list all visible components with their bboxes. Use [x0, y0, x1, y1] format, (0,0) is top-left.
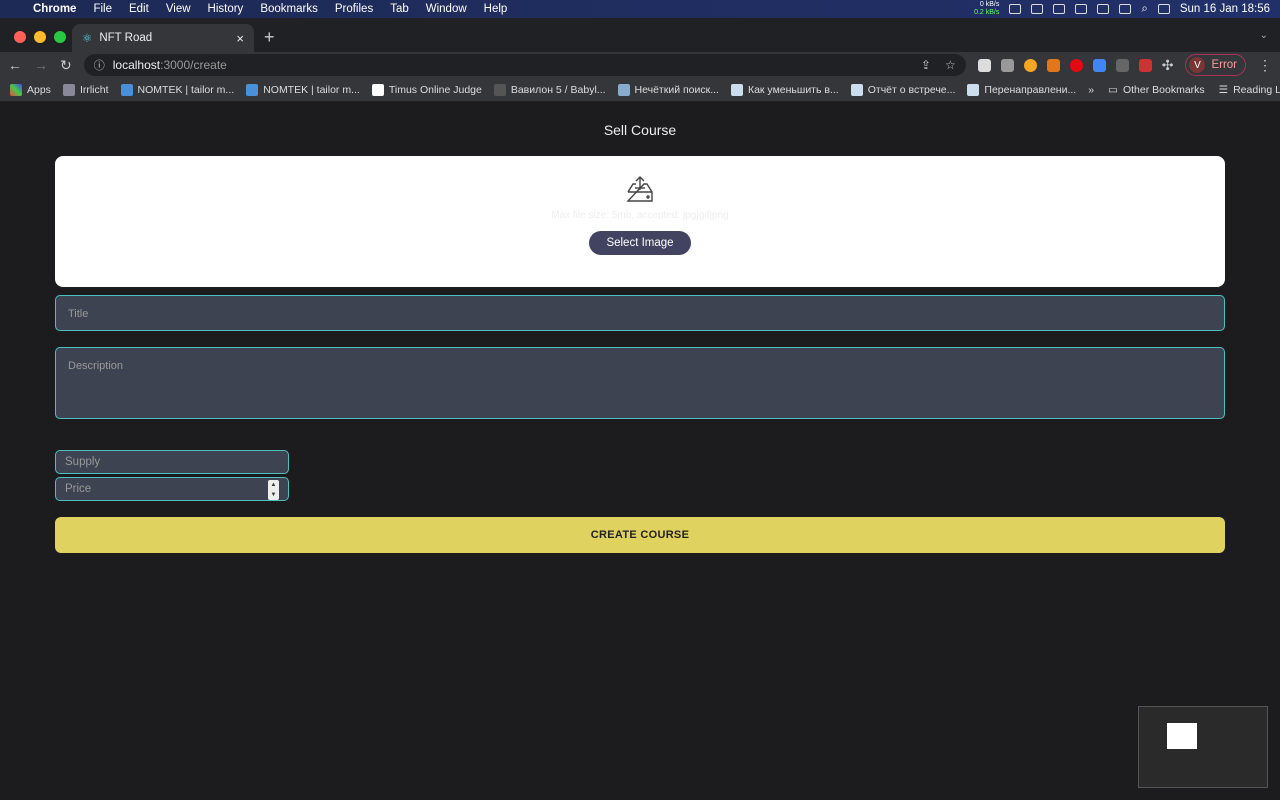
macos-menubar: Chrome File Edit View History Bookmarks … [0, 0, 1280, 18]
tab-strip: ⚛ NFT Road × + ⌄ [0, 18, 1280, 52]
create-course-button[interactable]: CREATE COURSE [55, 517, 1225, 553]
h-icon [967, 83, 980, 96]
clock[interactable]: Sun 16 Jan 18:56 [1180, 3, 1270, 15]
menu-edit[interactable]: Edit [129, 3, 149, 15]
h-icon [850, 83, 863, 96]
irrlicht-icon [62, 83, 75, 96]
bookmark-fuzzy-search[interactable]: Нечёткий поиск... [617, 83, 719, 96]
new-tab-button[interactable]: + [264, 27, 275, 48]
reading-list-icon: ☰ [1218, 83, 1229, 96]
price-placeholder: Price [65, 483, 92, 495]
wifi-icon[interactable] [1119, 4, 1132, 14]
supply-input[interactable]: Supply [55, 450, 289, 474]
url-path: :3000/create [160, 58, 227, 72]
timus-icon [371, 83, 384, 96]
close-window-button[interactable] [14, 31, 26, 43]
menu-help[interactable]: Help [484, 3, 508, 15]
ex-icon [493, 83, 506, 96]
info-icon[interactable]: ⓘ [94, 57, 105, 73]
net-up: 0 kB/s [979, 1, 1000, 8]
folder-icon: ▭ [1108, 83, 1118, 96]
browser-toolbar: ← → ↻ ⓘ localhost:3000/create ⇪ ☆ ✣ V Erro… [0, 52, 1280, 78]
profile-button[interactable]: V Error [1185, 54, 1246, 76]
description-textarea[interactable]: Description [55, 347, 1225, 419]
bookmark-star-icon[interactable]: ☆ [945, 58, 956, 72]
wechat-icon[interactable] [1053, 4, 1066, 14]
battery-icon[interactable] [1097, 4, 1110, 14]
menu-file[interactable]: File [93, 3, 112, 15]
bookmark-report[interactable]: Отчёт о встрече... [850, 83, 955, 96]
menu-profiles[interactable]: Profiles [335, 3, 373, 15]
window-controls [14, 31, 66, 43]
price-input[interactable]: Price ▲ ▼ [55, 477, 289, 501]
network-monitor: 0 kB/s 0.2 kB/s [974, 1, 999, 17]
tab-search-chevron-icon[interactable]: ⌄ [1260, 30, 1268, 41]
scissors-extension-icon[interactable] [1000, 58, 1014, 72]
menu-view[interactable]: View [166, 3, 191, 15]
image-dropzone[interactable]: Max file size: 5mb, accepted: jpg|gif|pn… [55, 156, 1225, 287]
menu-window[interactable]: Window [426, 3, 467, 15]
more-bookmarks-button[interactable]: » [1088, 84, 1094, 96]
upload-hint: Max file size: 5mb, accepted: jpg|gif|pn… [551, 210, 729, 221]
bookmark-apps[interactable]: Apps [10, 83, 51, 96]
title-input[interactable]: Title [55, 295, 1225, 331]
bookmark-irrlicht[interactable]: Irrlicht [62, 83, 109, 96]
reload-icon[interactable]: ↻ [60, 57, 72, 74]
profile-status: Error [1211, 59, 1237, 71]
notification-icon[interactable] [1009, 4, 1022, 14]
extensions: ✣ [977, 57, 1174, 74]
forward-icon[interactable]: → [34, 57, 48, 73]
puzzle-extensions-icon[interactable]: ✣ [1162, 57, 1174, 74]
close-tab-icon[interactable]: × [236, 31, 244, 46]
menu-history[interactable]: History [208, 3, 244, 15]
bookmark-reduce[interactable]: Как уменьшить в... [730, 83, 839, 96]
share-icon[interactable]: ⇪ [921, 58, 931, 72]
url-host: localhost [112, 58, 161, 72]
other-bookmarks[interactable]: ▭ Other Bookmarks [1108, 84, 1205, 96]
viber-icon[interactable] [1031, 4, 1044, 14]
menu-app[interactable]: Chrome [33, 3, 76, 15]
site-icon [617, 83, 630, 96]
avatar: V [1189, 57, 1206, 73]
metamask-extension-icon[interactable] [1046, 58, 1060, 72]
select-image-button[interactable]: Select Image [589, 231, 691, 255]
netflix-extension-icon[interactable] [1069, 58, 1083, 72]
net-down: 0.2 kB/s [974, 9, 1000, 16]
address-bar[interactable]: ⓘ localhost:3000/create ⇪ ☆ [83, 54, 966, 76]
back-icon[interactable]: ← [8, 57, 22, 73]
tab-nft-road[interactable]: ⚛ NFT Road × [72, 24, 254, 52]
control-center-icon[interactable] [1157, 4, 1170, 14]
bookmarks-bar: Apps Irrlicht NOMTEK | tailor m... NOMTE… [0, 78, 1280, 102]
search-icon[interactable]: ⌕ [1141, 3, 1147, 16]
reading-list[interactable]: ☰Reading List [1219, 84, 1280, 96]
apps-grid-icon [10, 83, 22, 96]
bookmark-babylon5[interactable]: Вавилон 5 / Babyl... [493, 83, 606, 96]
red-extension-icon[interactable] [1138, 58, 1152, 72]
menu-tab[interactable]: Tab [390, 3, 409, 15]
screenshot-thumbnail[interactable] [1138, 706, 1268, 788]
menu-kebab-icon[interactable]: ⋮ [1258, 57, 1272, 74]
colorful-extension-icon[interactable] [1092, 58, 1106, 72]
price-stepper[interactable]: ▲ ▼ [268, 480, 279, 500]
react-icon: ⚛ [82, 33, 93, 45]
tab-title: NFT Road [99, 32, 153, 44]
minimize-window-button[interactable] [34, 31, 46, 43]
page-title: Sell Course [603, 122, 677, 138]
bookmark-redirect[interactable]: Перенаправлени... [967, 83, 1076, 96]
s-extension-icon[interactable] [1115, 58, 1129, 72]
nomtek-icon [246, 83, 259, 96]
menu-bookmarks[interactable]: Bookmarks [260, 3, 318, 15]
bookmark-nomtek-1[interactable]: NOMTEK | tailor m... [120, 83, 234, 96]
bookmark-timus[interactable]: Timus Online Judge [371, 83, 482, 96]
moon-icon[interactable] [1075, 4, 1088, 14]
notion-extension-icon[interactable] [977, 58, 991, 72]
nomtek-icon [120, 83, 133, 96]
bookmark-nomtek-2[interactable]: NOMTEK | tailor m... [246, 83, 360, 96]
h-icon [730, 83, 743, 96]
zoom-window-button[interactable] [54, 31, 66, 43]
upload-tray-icon [626, 176, 653, 202]
page-content: Sell Course Max file size: 5mb, accepted… [0, 102, 1280, 800]
orange-extension-icon[interactable] [1023, 58, 1037, 72]
